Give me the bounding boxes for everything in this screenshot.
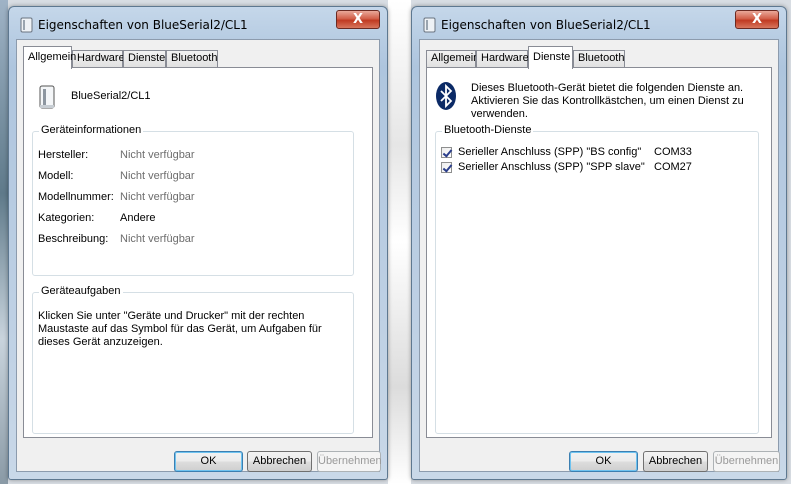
dialog-client-area: Allgemein Hardware Dienste Bluetooth Blu… <box>16 39 382 472</box>
title-bar[interactable]: Eigenschaften von BlueSerial2/CL1 X <box>9 7 387 39</box>
close-button[interactable]: X <box>336 10 380 29</box>
title-bar[interactable]: Eigenschaften von BlueSerial2/CL1 X <box>412 7 786 39</box>
dialog-client-area: Allgemein Hardware Dienste Bluetooth Die… <box>419 39 780 472</box>
model-number-label: Modellnummer: <box>38 191 114 203</box>
service-row[interactable]: Serieller Anschluss (SPP) "SPP slave" CO… <box>441 161 741 175</box>
tab-allgemein[interactable]: Allgemein <box>426 50 479 67</box>
device-icon <box>20 17 33 33</box>
apply-button[interactable]: Übernehmen <box>317 451 382 472</box>
tab-dienste[interactable]: Dienste <box>528 46 573 69</box>
manufacturer-label: Hersteller: <box>38 149 89 161</box>
desktop-background-middle <box>388 0 411 484</box>
device-large-icon <box>38 85 56 112</box>
service-checkbox[interactable] <box>441 147 452 158</box>
description-value: Nicht verfügbar <box>120 233 195 245</box>
manufacturer-value: Nicht verfügbar <box>120 149 195 161</box>
cancel-button[interactable]: Abbrechen <box>643 451 708 472</box>
tab-hardware[interactable]: Hardware <box>476 50 529 67</box>
tab-hardware[interactable]: Hardware <box>72 50 125 67</box>
model-value: Nicht verfügbar <box>120 170 195 182</box>
device-info-legend: Geräteinformationen <box>39 124 144 136</box>
device-tasks-group: Geräteaufgaben Klicken Sie unter "Geräte… <box>32 285 354 434</box>
tab-dienste[interactable]: Dienste <box>123 50 166 67</box>
ok-button[interactable]: OK <box>174 451 243 472</box>
cancel-button[interactable]: Abbrechen <box>247 451 312 472</box>
service-checkbox[interactable] <box>441 162 452 173</box>
model-label: Modell: <box>38 170 74 182</box>
service-label: Serieller Anschluss (SPP) "SPP slave" <box>458 161 645 173</box>
service-label: Serieller Anschluss (SPP) "BS config" <box>458 146 642 158</box>
bluetooth-services-legend: Bluetooth-Dienste <box>442 124 534 136</box>
tab-panel-services: Dieses Bluetooth-Gerät bietet die folgen… <box>426 67 772 438</box>
description-label: Beschreibung: <box>38 233 109 245</box>
apply-button[interactable]: Übernehmen <box>713 451 780 472</box>
ok-button[interactable]: OK <box>569 451 638 472</box>
tab-bluetooth[interactable]: Bluetooth <box>573 50 625 67</box>
service-row[interactable]: Serieller Anschluss (SPP) "BS config" CO… <box>441 146 741 160</box>
device-name: BlueSerial2/CL1 <box>71 90 151 102</box>
categories-value: Andere <box>120 212 156 224</box>
device-tasks-text: Klicken Sie unter "Geräte und Drucker" m… <box>38 310 322 348</box>
desktop-background-left <box>0 0 8 484</box>
categories-label: Kategorien: <box>38 212 95 224</box>
service-port: COM33 <box>654 146 692 158</box>
window-title: Eigenschaften von BlueSerial2/CL1 <box>441 18 651 32</box>
properties-window-general: Eigenschaften von BlueSerial2/CL1 X Allg… <box>8 6 388 480</box>
tab-bluetooth[interactable]: Bluetooth <box>166 50 218 67</box>
window-title: Eigenschaften von BlueSerial2/CL1 <box>38 18 248 32</box>
close-button[interactable]: X <box>735 10 779 29</box>
model-number-value: Nicht verfügbar <box>120 191 195 203</box>
device-info-group: Geräteinformationen Hersteller: Nicht ve… <box>32 124 354 276</box>
bluetooth-icon <box>435 81 457 114</box>
services-intro-text: Dieses Bluetooth-Gerät bietet die folgen… <box>471 82 744 120</box>
device-tasks-legend: Geräteaufgaben <box>39 285 123 297</box>
bluetooth-services-group: Bluetooth-Dienste Serieller Anschluss (S… <box>435 124 759 434</box>
device-icon <box>423 17 436 33</box>
service-port: COM27 <box>654 161 692 173</box>
tab-allgemein[interactable]: Allgemein <box>23 46 76 69</box>
tab-panel-general: BlueSerial2/CL1 Geräteinformationen Hers… <box>23 67 373 438</box>
properties-window-services: Eigenschaften von BlueSerial2/CL1 X Allg… <box>411 6 787 480</box>
